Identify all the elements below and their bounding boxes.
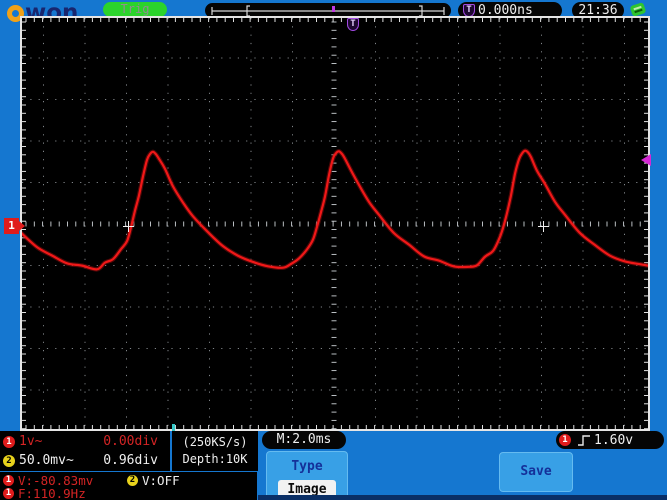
- ch1-scale: 1v~: [19, 434, 43, 449]
- trigger-level-value: 1.60v: [594, 432, 634, 448]
- bottom-divider: [258, 495, 667, 500]
- ch1-badge: 1: [3, 487, 14, 499]
- oscilloscope-bezel: won Trig T 0.000ns 21:36 T 1 1 1v~ 0.00d…: [0, 0, 667, 501]
- ch2-badge: 2: [3, 454, 15, 467]
- channel-info-panel: 1 1v~ 0.00div 2 50.0mv~ 0.96div: [0, 431, 170, 471]
- ch1-frequency: F:110.9Hz: [18, 485, 86, 501]
- type-label: Type: [291, 459, 323, 474]
- usb-storage-icon: [629, 2, 647, 17]
- ch1-info-row: 1 1v~ 0.00div: [0, 432, 170, 451]
- ch2-voltage-row: 2 V:OFF: [124, 472, 180, 488]
- trigger-level-readout: 1 1.60v: [556, 431, 664, 449]
- rising-edge-icon: [578, 434, 590, 446]
- trigger-status-badge: Trig: [103, 2, 167, 17]
- acquisition-panel: (250KS/s) Depth:10K: [172, 431, 258, 471]
- ch2-position: 0.96div: [103, 453, 158, 468]
- trigger-level-arrow-icon[interactable]: [641, 154, 651, 166]
- trigger-position-tick: [332, 6, 335, 12]
- timebase-readout: M:2.0ms: [262, 431, 346, 449]
- ch2-voltage: V:OFF: [142, 472, 180, 488]
- sample-rate: (250KS/s): [182, 435, 248, 449]
- graticule-cross-right-icon: [538, 221, 549, 232]
- ch2-badge: 2: [127, 474, 138, 486]
- waveform-screen: T 1: [4, 16, 651, 436]
- trigger-horizontal-marker[interactable]: T: [347, 18, 359, 31]
- ch1-badge: 1: [3, 474, 14, 486]
- waveform-trace-glow: [22, 148, 648, 272]
- ch1-position: 0.00div: [103, 434, 158, 449]
- trigger-source-badge: 1: [559, 434, 571, 446]
- save-button[interactable]: Save: [499, 452, 573, 492]
- graticule-and-trace: [22, 18, 648, 429]
- ch1-position-marker[interactable]: 1: [4, 218, 25, 234]
- measurement-panel: 1 V:-80.83mv 2 V:OFF 1 F:110.9Hz: [0, 472, 257, 501]
- type-softkey-button[interactable]: Type Image: [266, 451, 348, 500]
- ch1-frequency-row: 1 F:110.9Hz: [0, 485, 86, 501]
- waveform-trace: [22, 149, 648, 271]
- graticule-cross-left-icon: [123, 221, 134, 232]
- ch2-info-row: 2 50.0mv~ 0.96div: [0, 451, 170, 470]
- ch2-scale: 50.0mv~: [19, 453, 74, 468]
- record-depth: Depth:10K: [182, 452, 248, 466]
- ch1-badge: 1: [3, 435, 15, 448]
